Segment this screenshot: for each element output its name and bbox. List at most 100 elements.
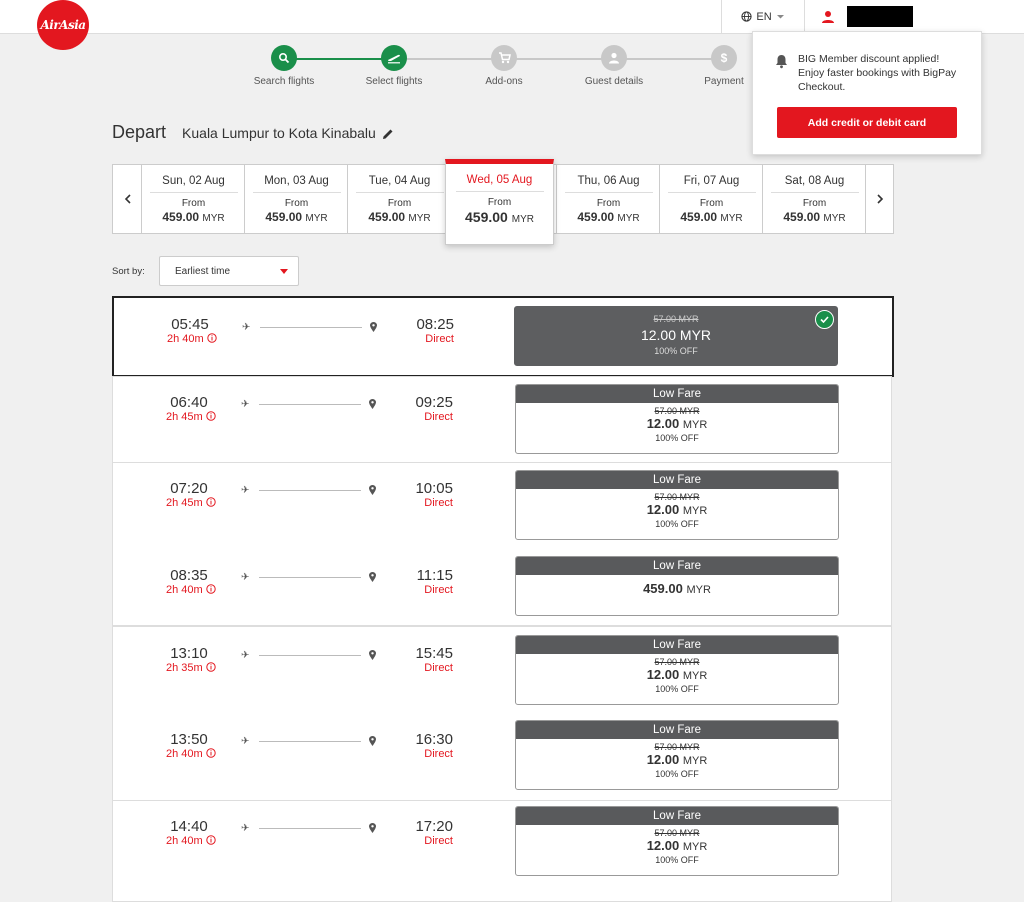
original-price: 57.00 MYR [654, 406, 700, 416]
arrival-time: 08:25 [416, 316, 454, 333]
next-dates-button[interactable] [865, 165, 894, 233]
duration: 2h 45m [166, 411, 216, 423]
arrival-time: 16:30 [415, 731, 453, 748]
flight-row[interactable]: 13:10 2h 35m ✈ 15:45 Direct Low Fare 57.… [113, 627, 891, 707]
flight-card-selected[interactable]: 05:45 2h 40m ✈ 08:25 Direct 57.00 MYR 12… [112, 296, 894, 377]
location-pin-icon [369, 736, 376, 746]
flight-type: Direct [425, 333, 454, 345]
duration: 2h 40m [167, 333, 217, 345]
discount-message: BIG Member discount applied! Enjoy faste… [798, 53, 957, 93]
depart-heading: Depart Kuala Lumpur to Kota Kinabalu [112, 122, 394, 143]
plane-icon: ✈ [241, 823, 250, 834]
flight-row[interactable]: 05:45 2h 40m ✈ 08:25 Direct 57.00 MYR 12… [114, 298, 892, 378]
plane-icon: ✈ [242, 322, 251, 333]
fare-label: Low Fare [516, 721, 838, 739]
plane-icon: ✈ [241, 572, 250, 583]
flight-row[interactable]: 06:40 2h 45m ✈ 09:25 Direct Low Fare 57.… [113, 377, 891, 457]
duration: 2h 35m [166, 662, 216, 674]
route-line: ✈ [241, 823, 376, 835]
flight-row[interactable]: 08:35 2h 40m ✈ 11:15 Direct Low Fare 459… [113, 550, 891, 630]
flight-row[interactable]: 13:50 2h 40m ✈ 16:30 Direct Low Fare 57.… [113, 714, 891, 794]
sort-dropdown[interactable]: Earliest time [159, 256, 299, 286]
plane-icon: ✈ [241, 399, 250, 410]
flight-card[interactable]: 07:20 2h 45m ✈ 10:05 Direct Low Fare 57.… [112, 462, 892, 626]
date-tab[interactable]: Sun, 02 Aug From 459.00 MYR [141, 165, 245, 233]
arrival-time: 15:45 [415, 645, 453, 662]
airasia-logo[interactable]: AirAsia [37, 0, 89, 50]
route-line: ✈ [241, 399, 376, 411]
info-icon [207, 333, 217, 343]
location-pin-icon [370, 322, 377, 332]
bell-icon [776, 55, 787, 69]
route-line: ✈ [242, 322, 377, 334]
discount-label: 100% OFF [655, 684, 699, 694]
date-tab[interactable]: Sat, 08 Aug From 459.00 MYR [762, 165, 866, 233]
discount-label: 100% OFF [654, 346, 698, 356]
step-guest-details[interactable]: Guest details [564, 44, 664, 87]
fare-price: 12.00 MYR [646, 838, 708, 853]
date-selector: Sun, 02 Aug From 459.00 MYR Mon, 03 Aug … [112, 159, 894, 245]
flight-card[interactable]: 14:40 2h 40m ✈ 17:20 Direct Low Fare 57.… [112, 800, 892, 902]
original-price: 57.00 MYR [654, 492, 700, 502]
prev-dates-button[interactable] [113, 165, 141, 233]
step-search-flights[interactable]: Search flights [234, 44, 334, 87]
plane-takeoff-icon [381, 45, 407, 71]
chevron-down-icon [776, 14, 784, 18]
flight-card[interactable]: 06:40 2h 45m ✈ 09:25 Direct Low Fare 57.… [112, 376, 892, 464]
info-icon [206, 497, 216, 507]
step-select-flights[interactable]: Select flights [344, 44, 444, 87]
chevron-left-icon [124, 194, 131, 204]
info-icon [206, 584, 216, 594]
chevron-right-icon [876, 194, 883, 204]
flight-type: Direct [424, 584, 453, 596]
location-pin-icon [369, 485, 376, 495]
user-name-redacted [847, 6, 913, 27]
date-tab[interactable]: Tue, 04 Aug From 459.00 MYR [347, 165, 451, 233]
info-icon [206, 411, 216, 421]
plane-icon: ✈ [241, 650, 250, 661]
fare-label: Low Fare [516, 557, 838, 575]
info-icon [206, 748, 216, 758]
globe-icon [741, 11, 752, 22]
discount-label: 100% OFF [655, 433, 699, 443]
date-tab[interactable]: Fri, 07 Aug From 459.00 MYR [659, 165, 763, 233]
date-tab[interactable]: Thu, 06 Aug From 459.00 MYR [556, 165, 660, 233]
user-account[interactable] [805, 0, 1024, 33]
fare-option[interactable]: Low Fare 459.00 MYR [515, 556, 839, 616]
route-line: ✈ [241, 736, 376, 748]
flight-type: Direct [424, 411, 453, 423]
fare-option[interactable]: Low Fare 57.00 MYR 12.00 MYR 100% OFF [515, 470, 839, 540]
fare-option[interactable]: Low Fare 57.00 MYR 12.00 MYR 100% OFF [515, 384, 839, 454]
route-line: ✈ [241, 485, 376, 497]
fare-option[interactable]: Low Fare 57.00 MYR 12.00 MYR 100% OFF [515, 635, 839, 705]
departure-time: 08:35 [170, 567, 208, 584]
sort-label: Sort by: [112, 266, 145, 277]
flight-type: Direct [424, 497, 453, 509]
location-pin-icon [369, 650, 376, 660]
add-card-button[interactable]: Add credit or debit card [777, 107, 957, 138]
duration: 2h 40m [166, 584, 216, 596]
date-tab-selected[interactable]: Wed, 05 Aug From 459.00 MYR [445, 159, 554, 245]
fare-option[interactable]: Low Fare 57.00 MYR 12.00 MYR 100% OFF [515, 720, 839, 790]
location-pin-icon [369, 572, 376, 582]
info-icon [206, 835, 216, 845]
fare-label: Low Fare [516, 636, 838, 654]
date-tab[interactable]: Mon, 03 Aug From 459.00 MYR [244, 165, 348, 233]
fare-price: 459.00 MYR [643, 581, 711, 596]
language-label: EN [756, 10, 772, 23]
dollar-icon: $ [711, 45, 737, 71]
arrival-time: 09:25 [415, 394, 453, 411]
flight-row[interactable]: 14:40 2h 40m ✈ 17:20 Direct Low Fare 57.… [113, 801, 891, 881]
fare-label: Low Fare [516, 807, 838, 825]
fare-option-selected[interactable]: 57.00 MYR 12.00 MYR 100% OFF [514, 306, 838, 366]
step-add-ons[interactable]: Add-ons [454, 44, 554, 87]
discount-popup: BIG Member discount applied! Enjoy faste… [752, 31, 982, 155]
fare-option[interactable]: Low Fare 57.00 MYR 12.00 MYR 100% OFF [515, 806, 839, 876]
discount-label: 100% OFF [655, 855, 699, 865]
language-selector[interactable]: EN [721, 0, 805, 33]
flight-row[interactable]: 07:20 2h 45m ✈ 10:05 Direct Low Fare 57.… [113, 463, 891, 543]
flight-card[interactable]: 13:10 2h 35m ✈ 15:45 Direct Low Fare 57.… [112, 626, 892, 801]
flight-type: Direct [424, 748, 453, 760]
departure-time: 13:50 [170, 731, 208, 748]
edit-pencil-icon[interactable] [382, 128, 394, 140]
